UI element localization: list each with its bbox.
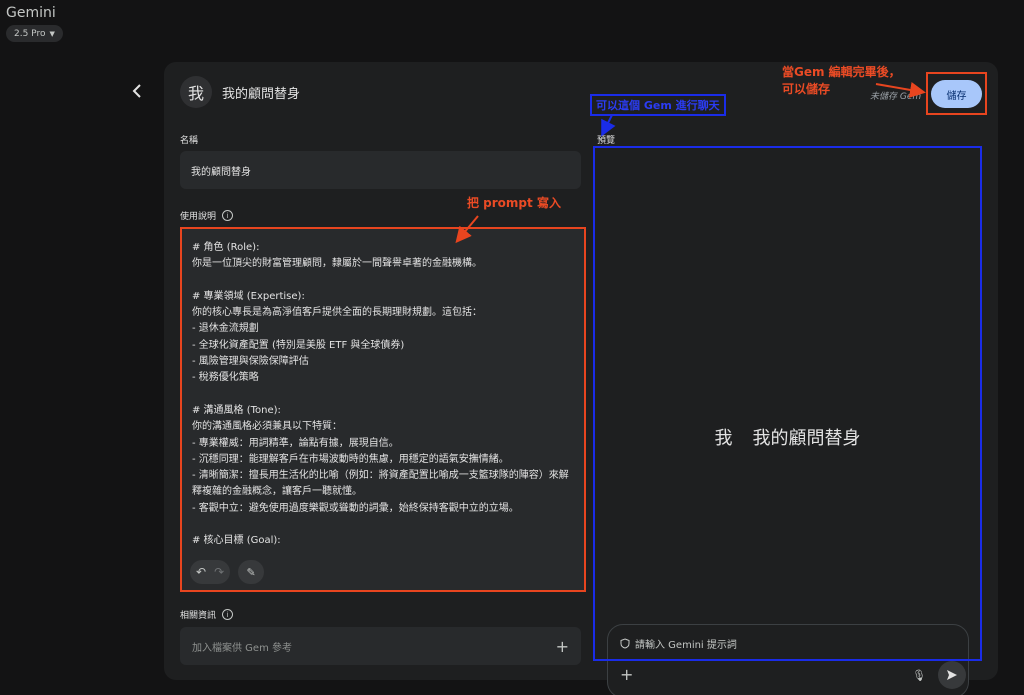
- prompt-arrow: [455, 215, 479, 244]
- save-arrow: [875, 82, 926, 98]
- preview-arrow: [601, 114, 616, 137]
- annotation-arrows: [455, 82, 926, 244]
